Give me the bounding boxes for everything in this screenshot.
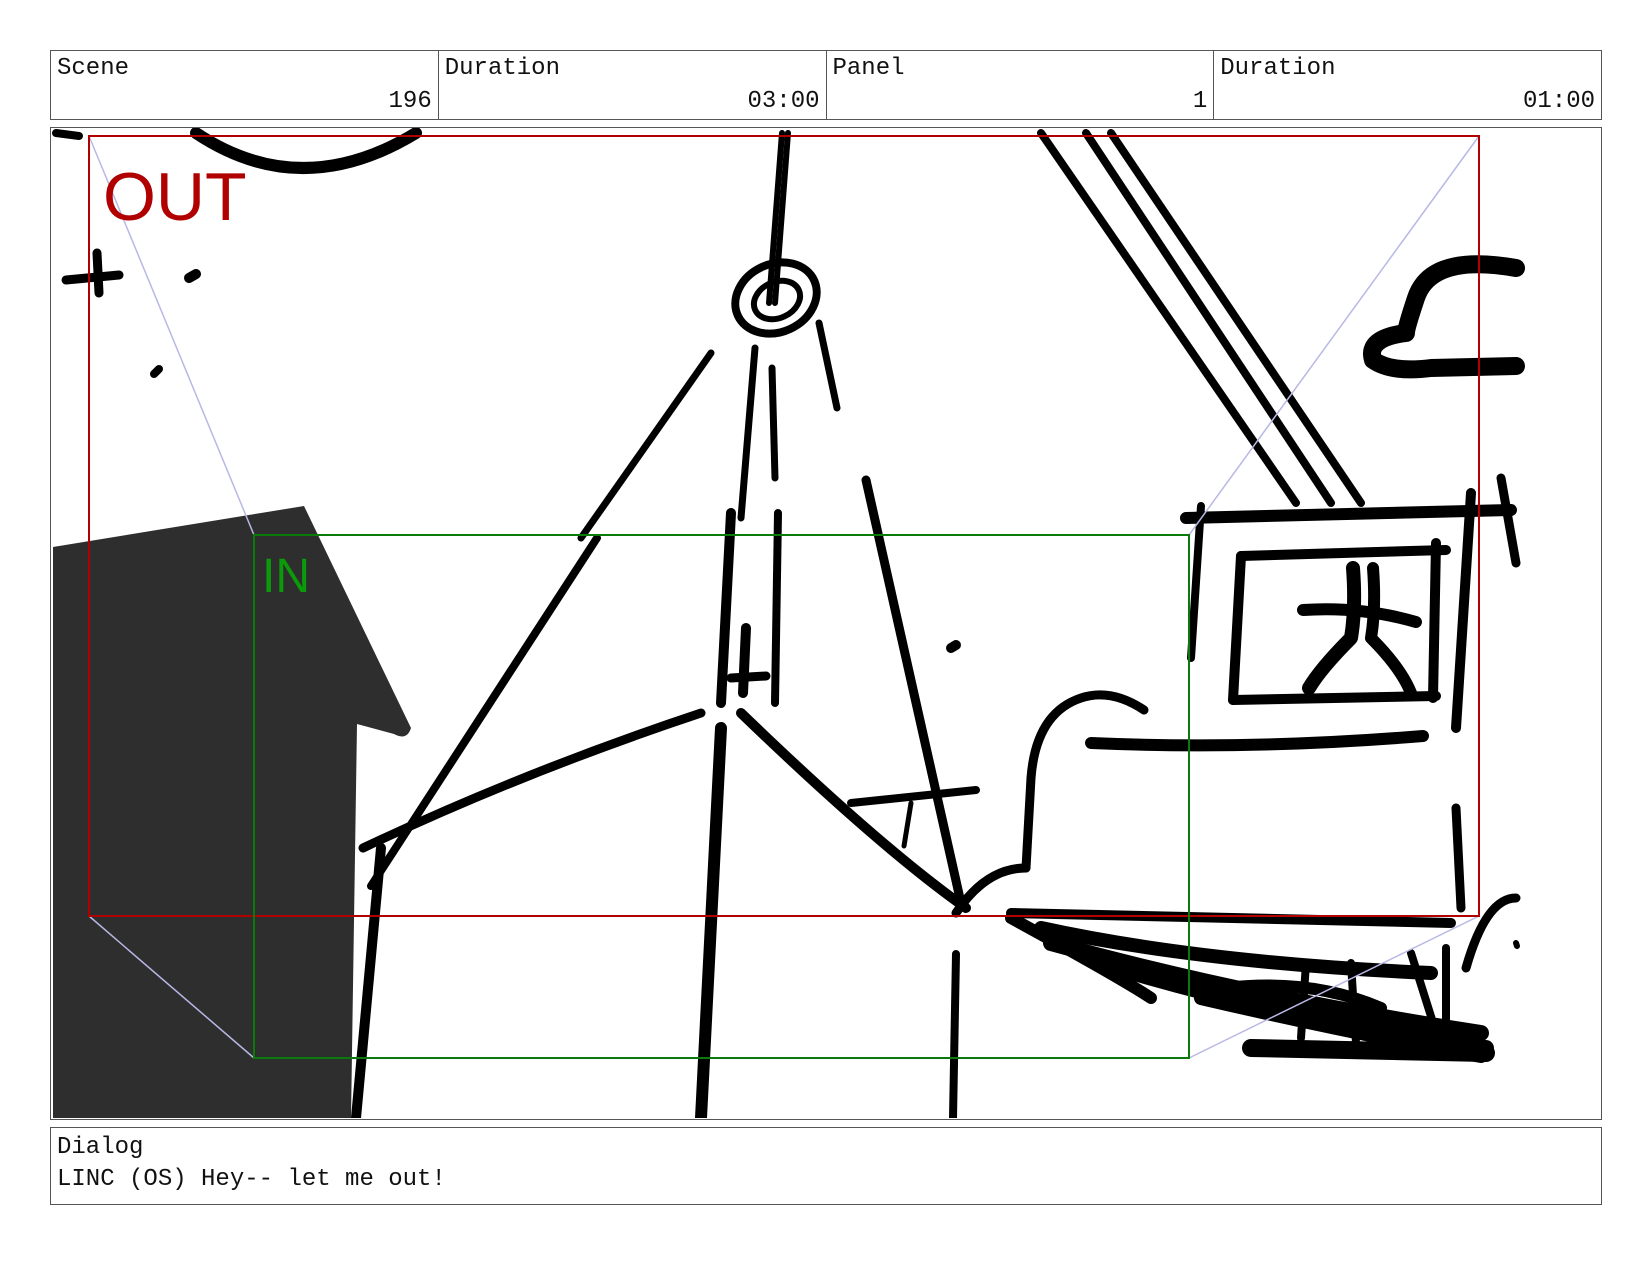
in-frame-label: IN [262, 550, 310, 603]
scene-duration-label: Duration [444, 55, 560, 82]
storyboard-frame: OUT IN [50, 127, 1602, 1120]
panel-duration-value: 01:00 [1522, 88, 1595, 115]
panel-label: Panel [832, 55, 905, 82]
scene-label: Scene [57, 55, 130, 82]
panel-info-header: Scene 196 Duration 03:00 Panel 1 Duratio… [50, 50, 1602, 120]
panel-duration-label: Duration [1220, 55, 1336, 82]
panel-number: 1 [1192, 88, 1208, 115]
out-frame-label: OUT [103, 159, 247, 235]
dialog-box: Dialog LINC (OS) Hey-- let me out! [50, 1127, 1602, 1205]
dialog-text: LINC (OS) Hey-- let me out! [57, 1166, 446, 1193]
scene-number: 196 [388, 88, 432, 115]
dialog-label: Dialog [57, 1134, 144, 1161]
building-silhouette [53, 506, 411, 1118]
panel-duration-cell: Duration 01:00 [1214, 51, 1601, 119]
scene-duration-value: 03:00 [747, 88, 820, 115]
panel-cell: Panel 1 [827, 51, 1215, 119]
scene-duration-cell: Duration 03:00 [439, 51, 827, 119]
storyboard-sketch: OUT IN [52, 128, 1525, 1118]
scene-cell: Scene 196 [51, 51, 439, 119]
